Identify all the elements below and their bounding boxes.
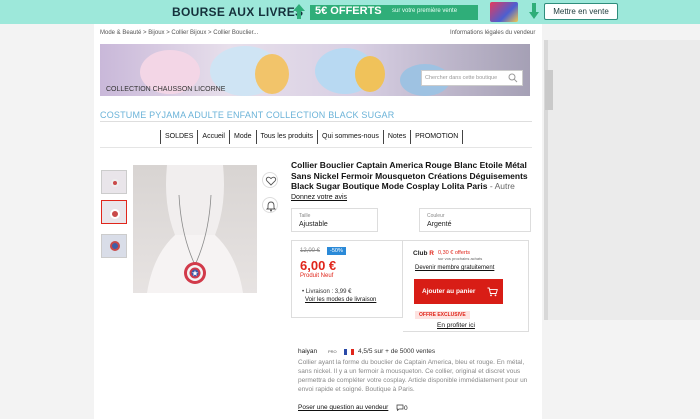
question-count-value: 0	[404, 405, 408, 412]
plush-image	[255, 54, 289, 94]
plush-image	[355, 56, 385, 92]
pendant-image	[111, 179, 119, 187]
heart-icon	[265, 176, 277, 186]
offer-badge: 5€ OFFERTS sur votre première vente	[310, 5, 478, 20]
arrow-down-icon	[529, 3, 539, 19]
club-offer-sub: sur vos prochains achats	[438, 256, 483, 261]
store-collection-name: COLLECTION CHAUSSON LICORNE	[106, 86, 226, 93]
search-icon[interactable]	[508, 73, 518, 83]
offer-amount: 5€ OFFERTS	[315, 5, 382, 17]
nav-item-about[interactable]: Qui sommes-nous	[318, 130, 384, 144]
club-logo-text: Club	[413, 250, 428, 257]
shipping-cost: • Livraison : 3,99 €	[302, 289, 352, 295]
discount-badge: -50%	[327, 247, 346, 255]
product-thumbnail[interactable]	[101, 200, 127, 224]
favorite-button[interactable]	[262, 172, 278, 188]
arrow-up-icon	[293, 4, 305, 19]
club-panel: Club R 0,30 € offerts sur vos prochains …	[403, 240, 529, 332]
france-flag-icon	[344, 349, 354, 355]
old-price: 12,00 €	[300, 248, 321, 254]
nav-item-accueil[interactable]: Accueil	[198, 130, 230, 144]
offer-subtext: sur votre première vente	[392, 8, 458, 14]
legal-info-link[interactable]: Informations légales du vendeur	[450, 30, 535, 36]
right-side-area	[544, 40, 700, 320]
pro-badge: PRO	[328, 349, 337, 354]
divider	[100, 121, 532, 122]
alert-button[interactable]	[262, 197, 278, 213]
club-logo-r: R	[429, 250, 434, 257]
promo-banner[interactable]: BOURSE AUX LIVRES 5€ OFFERTS sur votre p…	[0, 0, 700, 24]
exclusive-offer-badge: OFFRE EXCLUSIVE	[415, 311, 470, 319]
nav-item-mode[interactable]: Mode	[230, 130, 257, 144]
divider	[100, 147, 532, 148]
product-title: Collier Bouclier Captain America Rouge B…	[291, 160, 541, 192]
scrollbar-thumb[interactable]	[545, 70, 553, 110]
exclusive-offer-link[interactable]: En profiter ici	[437, 322, 475, 329]
seller-name[interactable]: haiyan	[298, 348, 317, 355]
color-label: Couleur	[427, 213, 445, 219]
speech-bubble-icon	[396, 404, 404, 412]
product-description: Collier ayant la forme du bouclier de Ca…	[298, 359, 528, 393]
nav-item-all-products[interactable]: Tous les produits	[257, 130, 319, 144]
color-option[interactable]: Couleur Argenté	[419, 208, 531, 232]
size-value: Ajustable	[299, 221, 328, 228]
current-price: 6,00 €	[300, 258, 337, 273]
store-title[interactable]: COSTUME PYJAMA ADULTE ENFANT COLLECTION …	[100, 110, 394, 120]
product-thumbnail[interactable]	[101, 170, 127, 194]
nav-item-soldes[interactable]: SOLDES	[161, 130, 199, 144]
add-to-cart-label: Ajouter au panier	[422, 288, 476, 295]
product-brand[interactable]: - Autre	[487, 181, 515, 191]
club-r-logo: Club R	[413, 250, 434, 257]
sell-button[interactable]: Mettre en vente	[544, 3, 618, 20]
product-condition: Produit Neuf	[300, 273, 334, 279]
ask-question-link[interactable]: Poser une question au vendeur	[298, 404, 388, 411]
nav-item-promotion[interactable]: PROMOTION	[411, 130, 464, 144]
cart-icon	[487, 287, 498, 297]
banner-title: BOURSE AUX LIVRES	[172, 5, 304, 19]
breadcrumb[interactable]: Mode & Beauté > Bijoux > Collier Bijoux …	[100, 30, 258, 36]
seller-rating: 4,5/5 sur + de 5000 ventes	[358, 348, 436, 355]
color-value: Argenté	[427, 221, 452, 228]
review-link[interactable]: Donnez votre avis	[291, 194, 347, 201]
product-main-image[interactable]	[133, 165, 257, 293]
product-thumbnail[interactable]	[101, 234, 127, 258]
pendant-image	[110, 209, 120, 219]
shipping-modes-link[interactable]: Voir les modes de livraison	[305, 297, 376, 303]
question-count: 0	[396, 404, 408, 412]
store-nav: SOLDES Accueil Mode Tous les produits Qu…	[160, 130, 464, 144]
nav-item-notes[interactable]: Notes	[384, 130, 412, 144]
size-label: Taille	[299, 213, 311, 219]
pendant-image	[110, 241, 120, 251]
necklace-illustration	[147, 165, 243, 293]
size-option[interactable]: Taille Ajustable	[291, 208, 378, 232]
club-join-link[interactable]: Devenir membre gratuitement	[415, 265, 494, 271]
promo-image	[490, 2, 518, 22]
bell-icon	[265, 201, 277, 212]
add-to-cart-button[interactable]: Ajouter au panier	[414, 279, 503, 304]
price-panel: 12,00 € -50% 6,00 € Produit Neuf • Livra…	[291, 240, 403, 318]
